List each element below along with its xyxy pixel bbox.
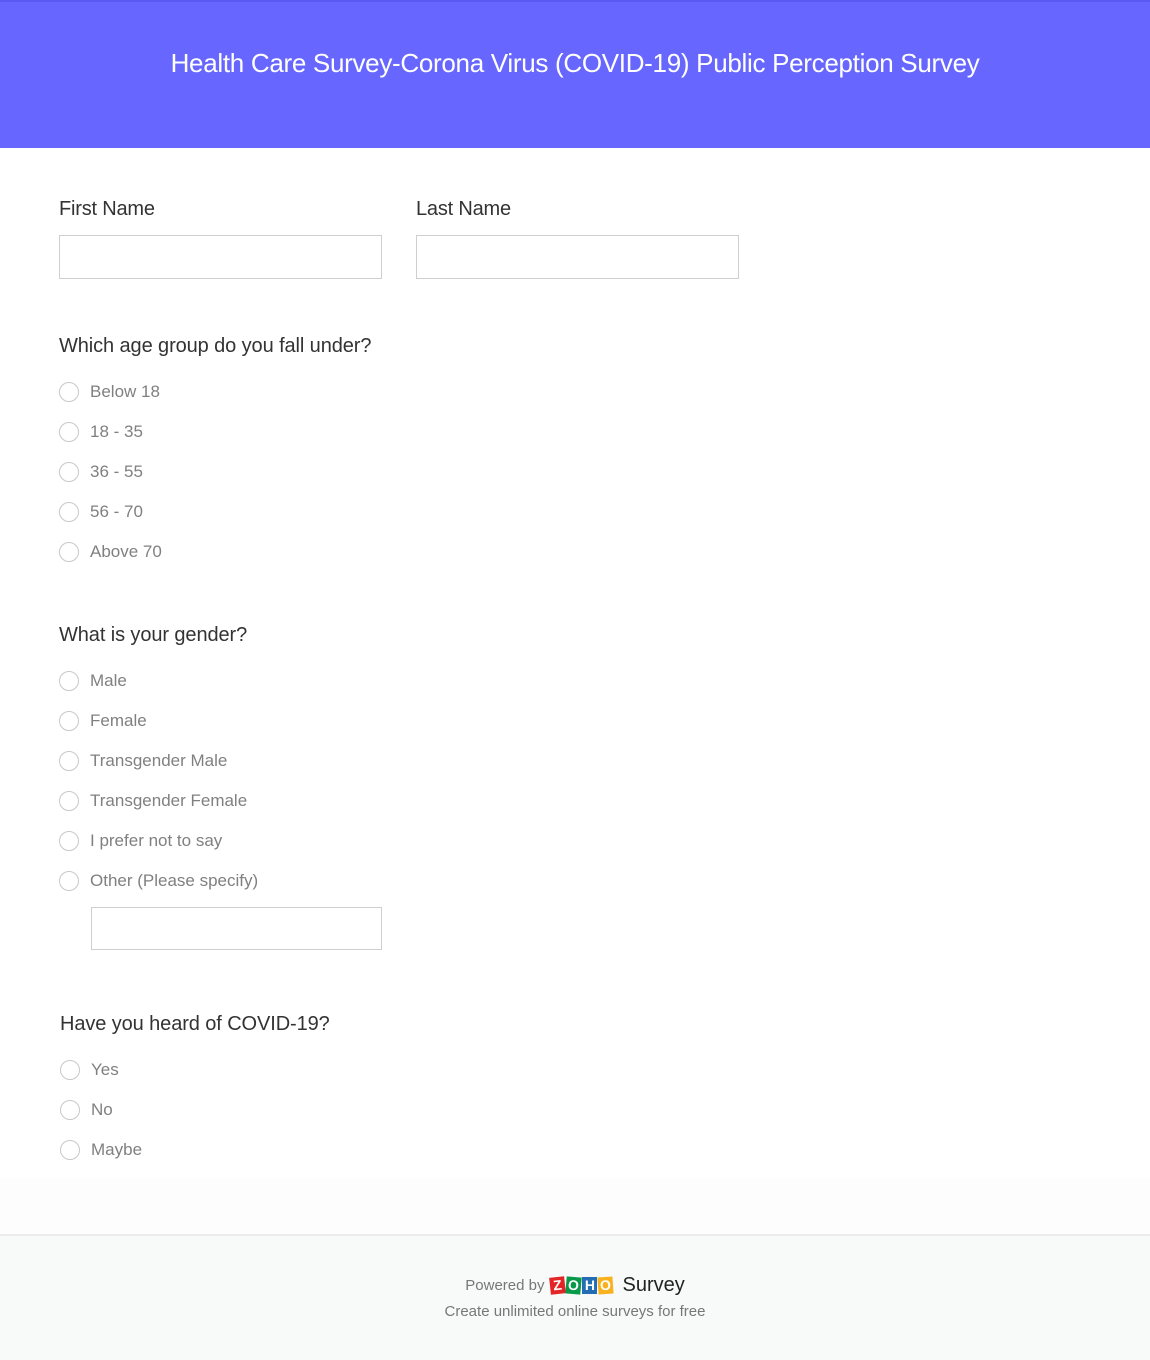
radio-option[interactable]: Yes — [60, 1050, 330, 1090]
radio-button[interactable] — [59, 382, 79, 402]
last-name-label: Last Name — [416, 198, 511, 220]
radio-button[interactable] — [59, 462, 79, 482]
question-age-group: Which age group do you fall under? Below… — [59, 335, 371, 572]
radio-label: Female — [90, 711, 147, 730]
radio-label: Yes — [91, 1060, 119, 1079]
radio-label: Below 18 — [90, 382, 160, 401]
radio-label: 56 - 70 — [90, 502, 143, 521]
first-name-label: First Name — [59, 198, 155, 220]
first-name-group: First Name — [59, 198, 382, 279]
radio-label: Transgender Female — [90, 791, 248, 810]
survey-header: Health Care Survey-Corona Virus (COVID-1… — [0, 0, 1150, 148]
radio-button[interactable] — [60, 1060, 80, 1080]
survey-body: First Name Last Name Which age group do … — [0, 148, 1150, 1234]
zoho-letter-o: O — [565, 1276, 583, 1295]
powered-by-row[interactable]: Powered by Z O H O Survey — [0, 1274, 1150, 1297]
radio-option[interactable]: Above 70 — [59, 532, 371, 572]
question-heard-covid: Have you heard of COVID-19? Yes No Maybe — [60, 1013, 330, 1170]
radio-button[interactable] — [59, 542, 79, 562]
radio-label: Maybe — [91, 1140, 143, 1159]
radio-button[interactable] — [60, 1140, 80, 1160]
radio-label: Other (Please specify) — [90, 871, 259, 890]
radio-group-gender: Male Female Transgender Male Transgender… — [59, 661, 382, 950]
radio-button[interactable] — [59, 502, 79, 522]
radio-label: Above 70 — [90, 542, 162, 561]
radio-label: 36 - 55 — [90, 462, 143, 481]
radio-group-heard: Yes No Maybe — [60, 1050, 330, 1170]
radio-option[interactable]: 36 - 55 — [59, 452, 371, 492]
first-name-input[interactable] — [59, 235, 382, 279]
radio-label: Male — [90, 671, 127, 690]
radio-label: 18 - 35 — [90, 422, 143, 441]
footer: Powered by Z O H O Survey Create unlimit… — [0, 1234, 1150, 1360]
survey-title: Health Care Survey-Corona Virus (COVID-1… — [170, 47, 980, 78]
zoho-letter-z: Z — [549, 1276, 567, 1295]
radio-option[interactable]: Transgender Female — [59, 781, 382, 821]
zoho-logo-icon[interactable]: Z O H O — [549, 1276, 615, 1295]
radio-option-other[interactable]: Other (Please specify) — [59, 861, 382, 901]
question-title: Have you heard of COVID-19? — [60, 1013, 330, 1035]
question-gender: What is your gender? Male Female Transge… — [59, 624, 382, 950]
question-title: What is your gender? — [59, 624, 248, 646]
radio-button[interactable] — [59, 871, 79, 891]
radio-button[interactable] — [59, 671, 79, 691]
last-name-input[interactable] — [416, 235, 739, 279]
footer-tagline[interactable]: Create unlimited online surveys for free — [0, 1303, 1150, 1320]
radio-option[interactable]: I prefer not to say — [59, 821, 382, 861]
radio-button[interactable] — [59, 751, 79, 771]
radio-option[interactable]: Transgender Male — [59, 741, 382, 781]
radio-option[interactable]: Male — [59, 661, 382, 701]
radio-label: No — [91, 1100, 113, 1119]
zoho-letter-h: H — [582, 1277, 598, 1294]
zoho-survey-product[interactable]: Survey — [622, 1274, 684, 1297]
radio-option[interactable]: 56 - 70 — [59, 492, 371, 532]
radio-option[interactable]: Maybe — [60, 1130, 330, 1170]
radio-option[interactable]: Below 18 — [59, 372, 371, 412]
powered-by-text: Powered by — [465, 1277, 545, 1294]
radio-button[interactable] — [60, 1100, 80, 1120]
radio-button[interactable] — [59, 711, 79, 731]
radio-option[interactable]: Female — [59, 701, 382, 741]
radio-option[interactable]: No — [60, 1090, 330, 1130]
radio-button[interactable] — [59, 791, 79, 811]
other-specify-input[interactable] — [91, 907, 382, 950]
radio-label: Transgender Male — [90, 751, 228, 770]
radio-group-age: Below 18 18 - 35 36 - 55 56 - 70 Above 7… — [59, 372, 371, 572]
radio-button[interactable] — [59, 422, 79, 442]
radio-option[interactable]: 18 - 35 — [59, 412, 371, 452]
question-title: Which age group do you fall under? — [59, 335, 372, 357]
zoho-letter-o: O — [597, 1276, 615, 1295]
radio-button[interactable] — [59, 831, 79, 851]
last-name-group: Last Name — [416, 198, 739, 279]
radio-label: I prefer not to say — [90, 831, 223, 850]
